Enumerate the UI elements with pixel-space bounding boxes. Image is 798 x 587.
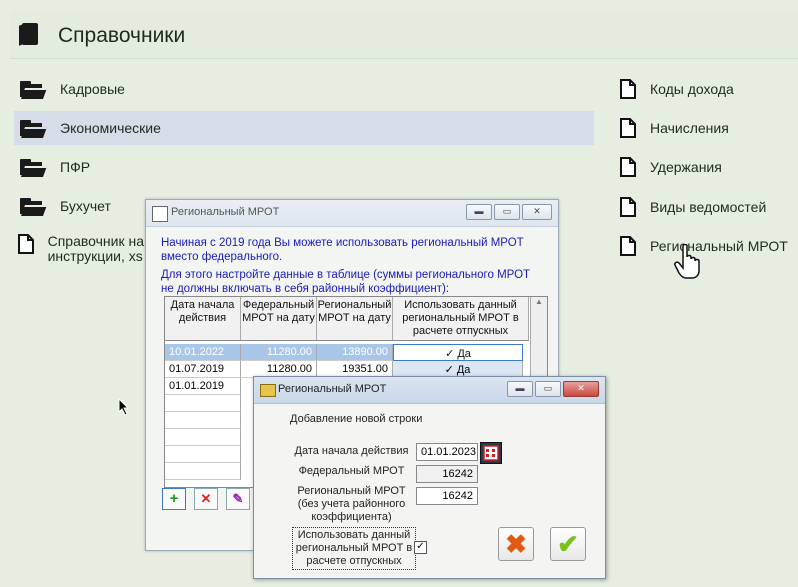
list-item-label: Справочник на инструкции, xs	[47, 233, 144, 264]
list-item-income-codes[interactable]: Коды дохода	[620, 72, 734, 106]
cell-date: 10.01.2022	[165, 344, 241, 361]
cancel-button[interactable]: ✖	[498, 527, 534, 561]
list-item-statement-types[interactable]: Виды ведомостей	[620, 190, 766, 224]
use-regional-checkbox[interactable]: ✓	[414, 541, 427, 554]
cell-use[interactable]: ✓ Да	[393, 344, 523, 361]
table-row[interactable]	[165, 446, 241, 463]
cell-date: 01.07.2019	[165, 361, 241, 378]
reg-mrot-input[interactable]: 16242	[416, 487, 478, 505]
cell-use-label: Да	[456, 364, 471, 376]
info-line-2: Для этого настройте данные в таблице (су…	[161, 269, 531, 295]
list-item-accruals[interactable]: Начисления	[620, 111, 729, 145]
list-item-label: Виды ведомостей	[650, 199, 767, 215]
table-row[interactable]	[165, 395, 241, 412]
cell-fed: 11280.00	[241, 344, 317, 361]
start-date-input[interactable]: 01.01.2023	[416, 443, 478, 461]
info-text: Начиная с 2019 года Вы можете использова…	[161, 236, 541, 296]
hand-cursor-icon	[674, 244, 700, 279]
document-icon	[620, 79, 636, 99]
list-item-label: Бухучет	[60, 198, 111, 214]
dialog-titlebar[interactable]: Региональный МРОТ ▬ ▭ ✕	[254, 377, 605, 404]
page-title: Справочники	[58, 24, 186, 47]
minimize-button[interactable]: ▬	[466, 204, 492, 220]
use-regional-label: Использовать данный региональный МРОТ в …	[292, 527, 416, 570]
list-item-label: ПФР	[60, 159, 91, 175]
x-icon: ✖	[505, 529, 527, 559]
dialog-title: Региональный МРОТ	[278, 383, 387, 395]
table-row[interactable]	[165, 429, 241, 446]
list-item-label: Кадровые	[60, 81, 125, 97]
start-date-label: Дата начала действия	[294, 445, 409, 457]
window-icon	[152, 206, 168, 222]
delete-row-button[interactable]: ✕	[194, 488, 218, 510]
add-row-dialog: Региональный МРОТ ▬ ▭ ✕ Добавление новой…	[253, 376, 606, 579]
folder-icon	[260, 384, 276, 397]
window-titlebar[interactable]: Региональный МРОТ ▬ ▭ ✕	[146, 200, 558, 227]
add-row-button[interactable]: +	[162, 488, 186, 510]
fed-mrot-field: 16242	[416, 465, 478, 483]
list-item-spravochnik[interactable]: Справочник на инструкции, xs	[18, 234, 144, 268]
reg-mrot-label: Региональный МРОТ (без учета районного к…	[297, 485, 406, 523]
list-item-label: Коды дохода	[650, 81, 734, 97]
check-icon: ✔	[557, 529, 579, 559]
document-icon	[620, 118, 636, 138]
window-title: Региональный МРОТ	[171, 206, 280, 218]
col-header-reg[interactable]: Региональный МРОТ на дату	[317, 297, 393, 340]
edit-row-button[interactable]: ✎	[226, 488, 250, 510]
scroll-up-arrow-icon[interactable]: ▲	[531, 297, 547, 306]
list-item-pfr[interactable]: ПФР	[14, 150, 594, 184]
document-icon	[620, 236, 636, 256]
arrow-cursor-icon	[118, 398, 130, 416]
table-row[interactable]	[165, 412, 241, 429]
folder-icon	[20, 120, 48, 138]
table-row[interactable]: 10.01.2022 11280.00 13890.00 ✓ Да	[165, 344, 523, 361]
cell-date: 01.01.2019	[165, 378, 241, 395]
minimize-button[interactable]: ▬	[507, 381, 533, 397]
folder-icon	[20, 159, 48, 177]
dialog-heading: Добавление новой строки	[290, 413, 423, 425]
cell-reg: 13890.00	[317, 344, 393, 361]
table-row[interactable]: 01.01.2019	[165, 378, 241, 395]
list-item-economic[interactable]: Экономические	[14, 111, 594, 145]
info-line-1: Начиная с 2019 года Вы можете использова…	[161, 237, 524, 263]
cell-use-label: Да	[457, 348, 471, 360]
document-icon	[620, 197, 636, 217]
col-header-date[interactable]: Дата начала действия	[165, 297, 241, 340]
fed-mrot-label: Федеральный МРОТ	[298, 465, 405, 477]
calendar-icon[interactable]	[480, 442, 502, 464]
folder-icon	[20, 81, 48, 99]
table-header: Дата начала действия Федеральный МРОТ на…	[165, 297, 529, 341]
table-row[interactable]	[165, 463, 241, 480]
maximize-button[interactable]: ▭	[535, 381, 561, 397]
table-toolbar: + ✕ ✎	[162, 488, 250, 510]
document-icon	[620, 157, 636, 177]
ok-button[interactable]: ✔	[550, 527, 586, 561]
document-icon	[18, 234, 34, 254]
list-item-label: Региональный МРОТ	[650, 238, 788, 254]
close-button[interactable]: ✕	[522, 204, 552, 220]
list-item-label: Экономические	[60, 120, 161, 136]
col-header-use[interactable]: Использовать данный региональный МРОТ в …	[393, 297, 529, 340]
list-item-label: Начисления	[650, 120, 729, 136]
list-item-label: Удержания	[650, 159, 722, 175]
col-header-fed[interactable]: Федеральный МРОТ на дату	[241, 297, 317, 340]
close-button[interactable]: ✕	[563, 381, 599, 397]
maximize-button[interactable]: ▭	[494, 204, 520, 220]
list-item-deductions[interactable]: Удержания	[620, 150, 722, 184]
list-item-kadrovye[interactable]: Кадровые	[14, 72, 594, 106]
list-item-buhuchet[interactable]: Бухучет	[14, 189, 144, 223]
book-icon	[22, 23, 38, 45]
page-header: Справочники	[10, 10, 798, 59]
folder-icon	[20, 198, 48, 216]
